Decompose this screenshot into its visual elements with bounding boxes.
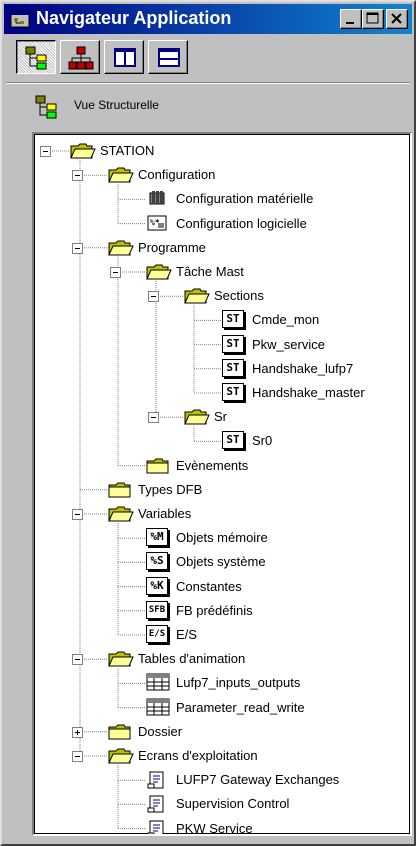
open-folder-icon [146, 262, 173, 284]
collapse-icon[interactable] [110, 267, 121, 278]
tree-node-label: Types DFB [138, 481, 203, 497]
folder-icon [108, 480, 135, 502]
tree-node-label: Configuration matérielle [176, 191, 314, 207]
application-navigator-window: Navigateur Application Vue Structurelle … [0, 0, 416, 846]
hardware-config-icon [146, 189, 168, 210]
tree-node-label: Tâche Mast [176, 264, 244, 279]
collapse-icon[interactable] [72, 242, 83, 254]
tree-node-label: Sr [214, 409, 227, 425]
variable-type-icon: E/S [146, 625, 168, 643]
open-folder-icon [184, 286, 211, 308]
open-folder-icon [184, 407, 211, 429]
variable-type-icon: %M [146, 528, 168, 547]
open-folder-icon [108, 504, 135, 526]
folder-icon [146, 456, 173, 478]
tree-node-label: Sections [214, 288, 264, 304]
close-button[interactable] [386, 9, 408, 29]
minimize-icon [346, 22, 354, 24]
tree-node-label: LUFP7 Gateway Exchanges [176, 772, 340, 788]
collapse-icon[interactable] [72, 751, 83, 762]
tree-node-label: Objets mémoire [176, 530, 268, 546]
split-vertical-button[interactable] [104, 40, 144, 74]
tree-node-label: Constantes [176, 578, 242, 594]
tree-node-label: Variables [138, 506, 192, 521]
open-folder-icon [108, 649, 135, 671]
variable-type-icon: %K [146, 576, 168, 595]
animation-table-icon [146, 673, 170, 694]
operator-screen-icon [146, 819, 166, 834]
variable-type-icon: ST [222, 358, 244, 377]
operator-screen-icon [146, 794, 166, 817]
functional-view-button[interactable] [60, 40, 100, 74]
maximize-icon [366, 12, 379, 24]
tree-node-label: Programme [138, 239, 206, 255]
open-folder-icon [70, 141, 97, 163]
split-horizontal-button[interactable] [148, 40, 188, 74]
animation-table-icon [146, 698, 170, 719]
tree-node-label: Cmde_mon [252, 312, 320, 328]
open-folder-icon [108, 165, 135, 187]
hierarchy-icon [68, 46, 94, 70]
tree-node-label: E/S [176, 627, 197, 642]
variable-type-icon: ST [222, 334, 244, 353]
collapse-icon[interactable] [72, 170, 83, 182]
tree-node-label: Sr0 [252, 433, 273, 449]
tree-node-label: Pkw_service [252, 336, 325, 352]
variable-type-icon: SFB [146, 600, 168, 619]
tree-node-label: Configuration logicielle [176, 215, 307, 231]
open-folder-icon [108, 746, 135, 768]
minimize-button[interactable] [340, 9, 362, 29]
tree-node-label: Handshake_lufp7 [252, 360, 354, 376]
tree-node-label: Dossier [138, 723, 183, 739]
tree-node-label: Tables d'animation [138, 651, 246, 667]
tree-structure-icon [25, 46, 47, 70]
structural-view-button[interactable] [16, 40, 56, 74]
view-title: Vue Structurelle [74, 98, 159, 112]
tree-node-label: FB prédéfinis [176, 602, 253, 618]
folder-icon [108, 722, 135, 744]
project-tree[interactable]: STATION Configuration Configuration matéri… [32, 132, 412, 836]
variable-type-icon: ST [222, 431, 244, 450]
operator-screen-icon [146, 770, 166, 793]
tree-node-label: Handshake_master [252, 385, 365, 400]
split-horizontal-icon [158, 48, 180, 67]
tree-node-label: PKW Service [176, 820, 253, 836]
tree-node-label: Objets système [176, 554, 266, 570]
tree-structure-icon [34, 94, 60, 123]
maximize-button[interactable] [362, 9, 384, 29]
window-title: Navigateur Application [36, 8, 232, 28]
variable-type-icon: ST [222, 383, 244, 401]
variable-type-icon: ST [222, 310, 244, 329]
tree-node-label: Lufp7_inputs_outputs [176, 675, 301, 691]
open-folder-icon [108, 238, 135, 260]
tree-node-label: Configuration [138, 167, 216, 183]
tree-node-label: Ecrans d'exploitation [138, 748, 258, 763]
toolbar-separator [6, 82, 410, 84]
view-header: Vue Structurelle [6, 86, 410, 126]
software-config-icon: %* [146, 214, 168, 235]
tree-node-label: STATION [100, 143, 155, 158]
tree-node-label: Evènements [176, 457, 249, 473]
tree-node-label: Supervision Control [176, 796, 290, 812]
variable-type-icon: %S [146, 552, 168, 571]
collapse-icon[interactable] [72, 509, 83, 520]
close-icon [391, 13, 402, 24]
tree-node-label: Parameter_read_write [176, 699, 305, 715]
title-bar[interactable]: Navigateur Application [4, 4, 412, 34]
expand-icon[interactable] [72, 726, 83, 738]
collapse-icon[interactable] [148, 291, 159, 303]
toolbar [6, 38, 410, 78]
collapse-icon[interactable] [72, 654, 83, 666]
collapse-icon[interactable] [148, 412, 159, 424]
tree-connector-lines [52, 150, 221, 830]
app-window-icon [10, 9, 30, 29]
split-vertical-icon [114, 48, 136, 67]
collapse-icon[interactable] [40, 146, 51, 157]
